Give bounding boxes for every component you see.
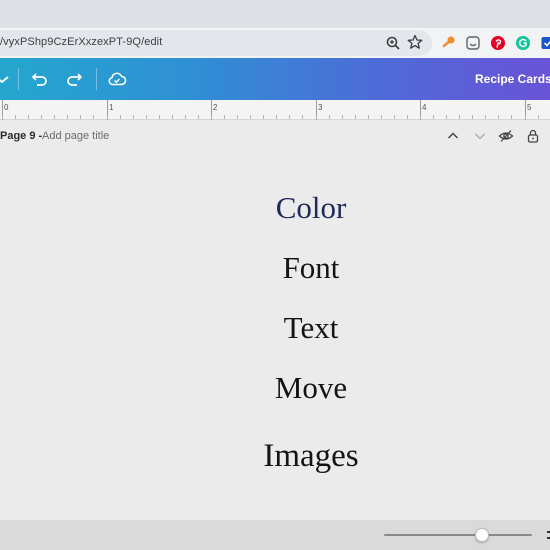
cloud-saved-icon[interactable]: [107, 69, 127, 89]
lock-icon[interactable]: [525, 128, 541, 144]
toolbar-divider: [96, 68, 97, 90]
ruler-minor-tick: [472, 115, 473, 119]
browser-tab-strip: [0, 0, 550, 28]
toolbar-divider: [18, 68, 19, 90]
undo-icon[interactable]: [30, 69, 50, 89]
ruler-minor-tick: [485, 115, 486, 119]
ruler-minor-tick: [420, 115, 421, 119]
ruler-minor-tick: [368, 115, 369, 119]
chevron-down-icon[interactable]: [472, 128, 488, 144]
ruler-minor-tick: [41, 115, 42, 119]
grammarly-extension-icon[interactable]: [515, 35, 531, 51]
zoom-icon[interactable]: [385, 35, 401, 51]
ruler-minor-tick: [381, 115, 382, 119]
ruler-tick-label: 4: [422, 103, 427, 112]
ruler-minor-tick: [172, 115, 173, 119]
design-canvas[interactable]: Color Font Text Move Images: [0, 150, 550, 520]
ruler-minor-tick: [538, 115, 539, 119]
ruler-minor-tick: [93, 115, 94, 119]
canvas-text-font[interactable]: Font: [0, 250, 550, 286]
ruler-minor-tick: [185, 115, 186, 119]
ruler-minor-tick: [120, 115, 121, 119]
ruler-minor-tick: [302, 115, 303, 119]
ruler-tick-label: 0: [4, 103, 9, 112]
page-number-label: Page 9 -: [0, 130, 43, 142]
ruler-minor-tick: [394, 115, 395, 119]
browser-address-row: /vyxPShp9CzErXxzexPT-9Q/edit: [0, 28, 550, 58]
ruler-tick-label: 5: [527, 103, 532, 112]
chevron-down-icon[interactable]: [0, 69, 12, 89]
ruler-minor-tick: [15, 115, 16, 119]
bookmark-star-icon[interactable]: [407, 34, 423, 50]
ruler-minor-tick: [263, 115, 264, 119]
ruler-tick-label: 2: [213, 103, 218, 112]
ruler-minor-tick: [250, 115, 251, 119]
zoom-slider-handle[interactable]: [475, 528, 489, 542]
ruler-minor-tick: [459, 115, 460, 119]
ruler-minor-tick: [433, 115, 434, 119]
ruler-minor-tick: [329, 115, 330, 119]
ruler-minor-tick: [28, 115, 29, 119]
ruler-minor-tick: [224, 115, 225, 119]
ruler-minor-tick: [407, 115, 408, 119]
ruler-minor-tick: [133, 115, 134, 119]
document-title[interactable]: Recipe Cards 4: [475, 72, 550, 86]
canvas-text-images[interactable]: Images: [0, 438, 550, 475]
ruler-minor-tick: [237, 115, 238, 119]
shield-extension-icon[interactable]: [540, 35, 550, 51]
ruler-minor-tick: [316, 115, 317, 119]
zoom-slider-track[interactable]: [384, 534, 532, 536]
ruler-minor-tick: [54, 115, 55, 119]
ruler-minor-tick: [342, 115, 343, 119]
ruler-minor-tick: [355, 115, 356, 119]
address-bar[interactable]: /vyxPShp9CzErXxzexPT-9Q/edit: [0, 30, 432, 56]
url-text[interactable]: /vyxPShp9CzErXxzexPT-9Q/edit: [0, 36, 162, 48]
ruler-minor-tick: [511, 115, 512, 119]
pinterest-extension-icon[interactable]: [490, 35, 506, 51]
ruler-minor-tick: [2, 115, 3, 119]
ruler-minor-tick: [159, 115, 160, 119]
hide-page-icon[interactable]: [498, 128, 514, 144]
ruler-minor-tick: [211, 115, 212, 119]
editor-footer: [0, 520, 550, 550]
redo-icon[interactable]: [64, 69, 84, 89]
ruler-minor-tick: [67, 115, 68, 119]
canvas-text-text[interactable]: Text: [0, 310, 550, 346]
chevron-up-icon[interactable]: [445, 128, 461, 144]
page-title-input[interactable]: Add page title: [42, 130, 109, 142]
key-extension-icon[interactable]: [440, 35, 456, 51]
smile-extension-icon[interactable]: [465, 35, 481, 51]
editor-toolbar: Recipe Cards 4: [0, 58, 550, 100]
page-header: Page 9 - Add page title: [0, 121, 550, 150]
ruler-minor-tick: [525, 115, 526, 119]
horizontal-ruler: 0 1 2 3 4 5: [0, 100, 550, 120]
ruler-minor-tick: [146, 115, 147, 119]
ruler-minor-tick: [446, 115, 447, 119]
canvas-text-move[interactable]: Move: [0, 370, 550, 406]
more-options-icon[interactable]: [543, 528, 550, 542]
ruler-minor-tick: [80, 115, 81, 119]
ruler-minor-tick: [107, 115, 108, 119]
ruler-minor-tick: [198, 115, 199, 119]
ruler-tick-label: 1: [109, 103, 114, 112]
canvas-text-color[interactable]: Color: [0, 190, 550, 226]
ruler-tick-label: 3: [318, 103, 323, 112]
ruler-minor-tick: [498, 115, 499, 119]
ruler-minor-tick: [289, 115, 290, 119]
ruler-minor-tick: [276, 115, 277, 119]
